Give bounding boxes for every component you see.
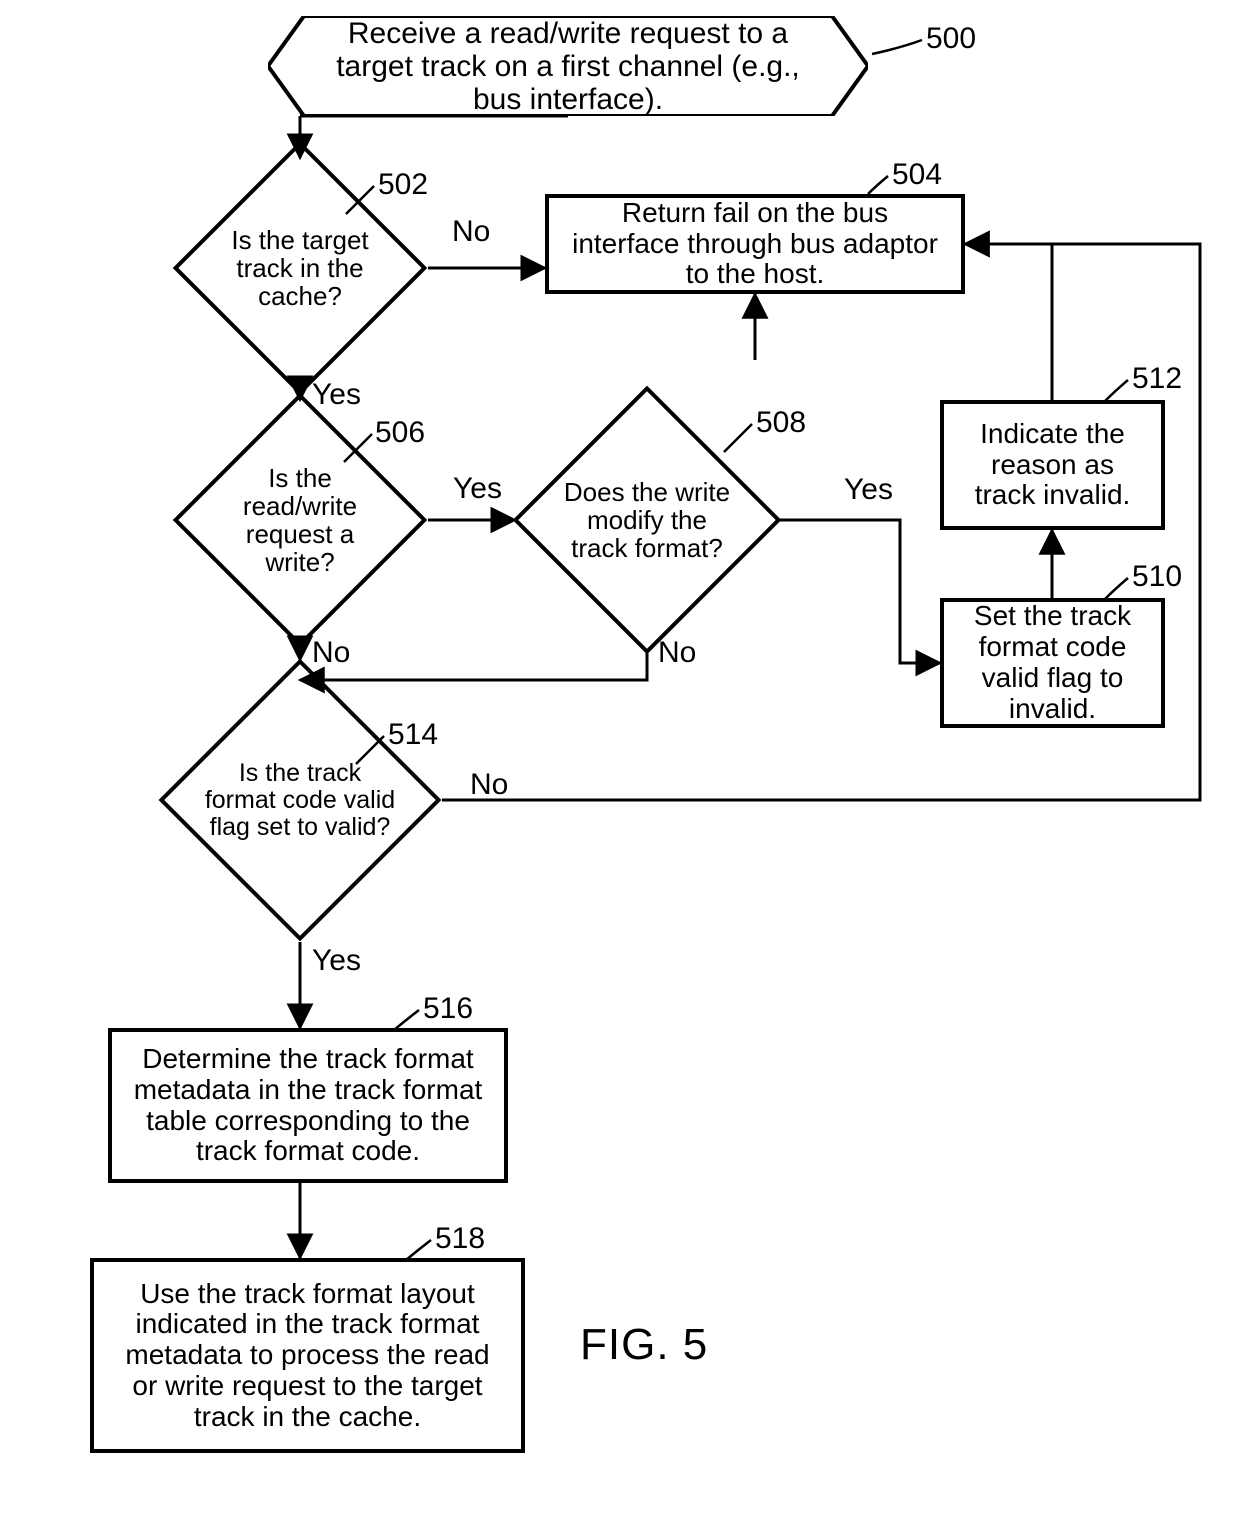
start-node: Receive a read/write request to a target… (268, 16, 868, 116)
decision-target-in-cache-text: Is the target track in the cache? (210, 178, 390, 358)
figure-label: FIG. 5 (580, 1320, 708, 1370)
edge-label-502-no: No (452, 215, 490, 249)
decision-write-modify-format-text: Does the write modify the track format? (552, 425, 742, 615)
ref-508: 508 (756, 406, 806, 440)
start-text: Receive a read/write request to a target… (268, 16, 868, 116)
edge-label-506-no: No (312, 636, 350, 670)
edge-label-508-yes: Yes (844, 473, 893, 507)
ref-506: 506 (375, 416, 425, 450)
decision-valid-flag-text: Is the track format code valid flag set … (200, 700, 400, 900)
ref-504: 504 (892, 158, 942, 192)
process-determine-metadata: Determine the track format metadata in t… (108, 1028, 508, 1183)
decision-valid-flag: Is the track format code valid flag set … (200, 700, 400, 900)
ref-500: 500 (926, 22, 976, 56)
edge-label-514-yes: Yes (312, 944, 361, 978)
process-set-invalid-text: Set the track format code valid flag to … (962, 601, 1143, 724)
process-use-layout-text: Use the track format layout indicated in… (112, 1279, 503, 1433)
decision-is-write: Is the read/write request a write? (210, 430, 390, 610)
process-set-invalid: Set the track format code valid flag to … (940, 598, 1165, 728)
edge-label-514-no: No (470, 768, 508, 802)
decision-target-in-cache: Is the target track in the cache? (210, 178, 390, 358)
edge-label-508-no: No (658, 636, 696, 670)
ref-518: 518 (435, 1222, 485, 1256)
process-determine-metadata-text: Determine the track format metadata in t… (130, 1044, 486, 1167)
process-indicate-reason-text: Indicate the reason as track invalid. (962, 419, 1143, 511)
ref-514: 514 (388, 718, 438, 752)
ref-512: 512 (1132, 362, 1182, 396)
decision-write-modify-format: Does the write modify the track format? (552, 425, 742, 615)
ref-510: 510 (1132, 560, 1182, 594)
ref-502: 502 (378, 168, 428, 202)
process-return-fail-text: Return fail on the bus interface through… (567, 198, 943, 290)
process-return-fail: Return fail on the bus interface through… (545, 194, 965, 294)
edge-label-502-yes: Yes (312, 378, 361, 412)
process-use-layout: Use the track format layout indicated in… (90, 1258, 525, 1453)
edge-label-506-yes: Yes (453, 472, 502, 506)
decision-is-write-text: Is the read/write request a write? (210, 430, 390, 610)
ref-516: 516 (423, 992, 473, 1026)
process-indicate-reason: Indicate the reason as track invalid. (940, 400, 1165, 530)
